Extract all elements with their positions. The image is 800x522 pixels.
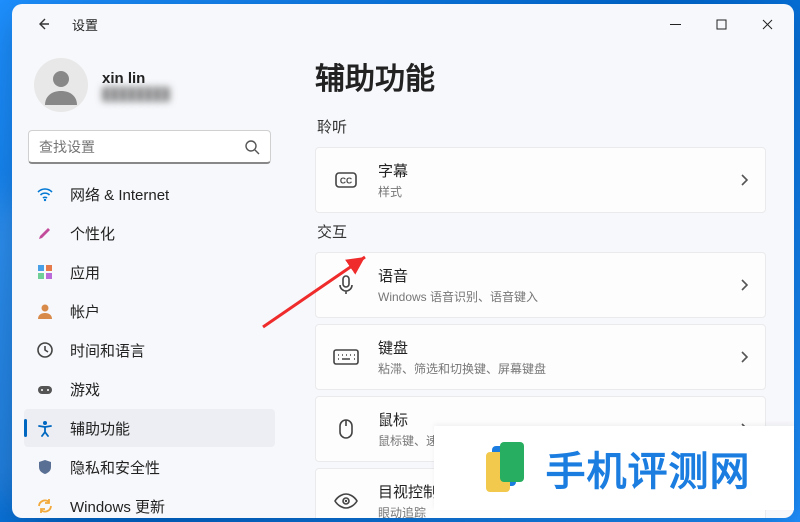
update-icon — [34, 497, 56, 515]
card-subtitle: 样式 — [378, 183, 739, 200]
close-icon — [762, 19, 773, 30]
mouse-icon — [332, 417, 360, 441]
nav-item-label: 隐私和安全性 — [70, 457, 160, 478]
time-icon — [34, 341, 56, 359]
chevron-right-icon — [739, 173, 749, 187]
nav-item-network[interactable]: 网络 & Internet — [24, 175, 275, 213]
cc-icon: CC — [332, 168, 360, 192]
watermark-logo-icon — [478, 440, 534, 496]
privacy-icon — [34, 458, 56, 476]
gaming-icon — [34, 380, 56, 398]
nav-item-label: 个性化 — [70, 223, 115, 244]
nav-item-privacy[interactable]: 隐私和安全性 — [24, 448, 275, 486]
nav-item-label: 帐户 — [70, 301, 100, 322]
apps-icon — [34, 263, 56, 281]
user-name: xin lin — [102, 70, 170, 87]
section-label: 交互 — [317, 221, 766, 242]
mic-icon — [332, 273, 360, 297]
nav-item-label: 辅助功能 — [70, 418, 130, 439]
nav-item-update[interactable]: Windows 更新 — [24, 487, 275, 518]
search-icon — [244, 139, 260, 155]
brush-icon — [34, 224, 56, 242]
back-button[interactable] — [28, 8, 60, 40]
nav-item-label: 游戏 — [70, 379, 100, 400]
back-arrow-icon — [36, 16, 52, 32]
settings-card-keyboard[interactable]: 键盘粘滞、筛选和切换键、屏幕键盘 — [315, 324, 766, 390]
search-input[interactable] — [39, 139, 244, 155]
watermark-text: 手机评测网 — [546, 439, 751, 497]
card-subtitle: Windows 语音识别、语音键入 — [378, 288, 739, 305]
nav-item-label: 应用 — [70, 262, 100, 283]
chevron-right-icon — [739, 350, 749, 364]
keyboard-icon — [332, 347, 360, 367]
sidebar: xin lin ████████ 网络 & Internet 个性化应用帐户时间和… — [12, 44, 287, 518]
maximize-button[interactable] — [698, 8, 744, 40]
window-title: 设置 — [72, 15, 98, 34]
card-title: 语音 — [378, 265, 739, 286]
settings-card-cc[interactable]: CC 字幕样式 — [315, 147, 766, 213]
eye-icon — [332, 491, 360, 511]
card-title: 字幕 — [378, 160, 739, 181]
nav-item-brush[interactable]: 个性化 — [24, 214, 275, 252]
card-title: 键盘 — [378, 337, 739, 358]
nav-item-label: 网络 & Internet — [70, 184, 169, 205]
access-icon — [34, 419, 56, 437]
network-icon — [34, 185, 56, 203]
card-subtitle: 粘滞、筛选和切换键、屏幕键盘 — [378, 360, 739, 377]
settings-card-mic[interactable]: 语音 Windows 语音识别、语音键入 — [315, 252, 766, 318]
user-subtitle: ████████ — [102, 87, 170, 101]
nav-item-time[interactable]: 时间和语言 — [24, 331, 275, 369]
minimize-icon — [670, 19, 681, 30]
minimize-button[interactable] — [652, 8, 698, 40]
chevron-right-icon — [739, 278, 749, 292]
nav-item-apps[interactable]: 应用 — [24, 253, 275, 291]
account-icon — [34, 302, 56, 320]
nav-list: 网络 & Internet 个性化应用帐户时间和语言游戏辅助功能隐私和安全性 Win… — [24, 174, 275, 518]
nav-item-account[interactable]: 帐户 — [24, 292, 275, 330]
user-profile[interactable]: xin lin ████████ — [28, 50, 271, 126]
nav-item-label: Windows 更新 — [70, 496, 165, 517]
avatar-icon — [41, 65, 81, 105]
titlebar: 设置 — [12, 4, 794, 44]
nav-item-label: 时间和语言 — [70, 340, 145, 361]
svg-text:CC: CC — [340, 176, 352, 186]
search-box[interactable] — [28, 130, 271, 164]
page-title: 辅助功能 — [315, 54, 766, 98]
close-button[interactable] — [744, 8, 790, 40]
avatar — [34, 58, 88, 112]
maximize-icon — [716, 19, 727, 30]
section-label: 聆听 — [317, 116, 766, 137]
nav-item-access[interactable]: 辅助功能 — [24, 409, 275, 447]
nav-item-gaming[interactable]: 游戏 — [24, 370, 275, 408]
watermark: 手机评测网 — [434, 426, 794, 510]
